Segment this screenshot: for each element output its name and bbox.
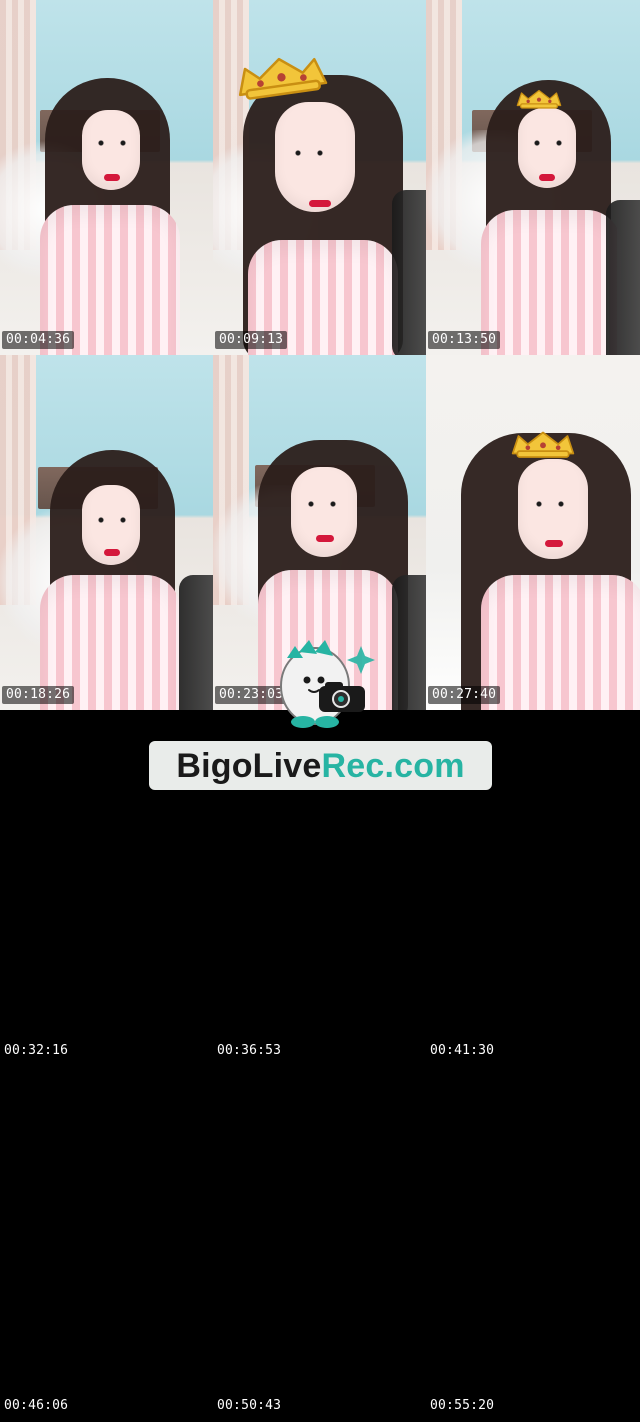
eyes [94,140,130,146]
brand-text-part2: Rec.com [321,746,465,785]
timestamp: 00:32:16 [4,1043,69,1058]
timestamp: 00:18:26 [2,686,75,704]
brand-text: BigoLive Rec.com [149,741,492,790]
lips [104,549,120,556]
thumbnail-frame[interactable]: 00:46:06 [0,1065,213,1420]
lips [545,540,563,547]
lips [539,174,555,181]
face [291,467,357,557]
timestamp: 00:55:20 [430,1398,495,1413]
shirt [481,210,621,355]
brand-watermark: BigoLive Rec.com [149,628,492,793]
thumbnail-frame[interactable]: 00:50:43 [213,1065,426,1420]
face [275,102,355,212]
mascot-svg [280,640,375,728]
crown-icon [514,84,564,112]
lips [104,174,120,181]
frame-image [426,0,640,355]
brand-text-part1: BigoLive [176,746,322,785]
crown-svg [516,89,562,109]
eyes [530,140,566,146]
lips [316,535,334,542]
timestamp: 00:36:53 [217,1043,282,1058]
timestamp: 00:50:43 [217,1398,282,1413]
timestamp: 00:46:06 [4,1398,69,1413]
eyes [94,517,130,523]
eyes [532,501,576,507]
dinosaur-camera-mascot-icon [269,628,379,732]
microphone [392,190,426,355]
shirt [481,575,640,710]
eyes [291,150,341,156]
timestamp: 00:41:30 [430,1043,495,1058]
timestamp: 00:09:13 [215,331,288,349]
timestamp: 00:04:36 [2,331,75,349]
microphone [606,200,640,355]
thumbnail-frame[interactable]: 00:13:50 [426,0,640,355]
crown-svg [511,431,575,458]
crown-icon [508,425,578,461]
lips [309,200,331,207]
timestamp: 00:13:50 [428,331,501,349]
thumbnail-frame[interactable]: 00:04:36 [0,0,213,355]
eyes [304,501,344,507]
thumbnail-frame[interactable]: 00:09:13 [213,0,426,355]
thumbnail-frame[interactable]: 00:55:20 [426,1065,640,1420]
frame-image [0,0,213,355]
